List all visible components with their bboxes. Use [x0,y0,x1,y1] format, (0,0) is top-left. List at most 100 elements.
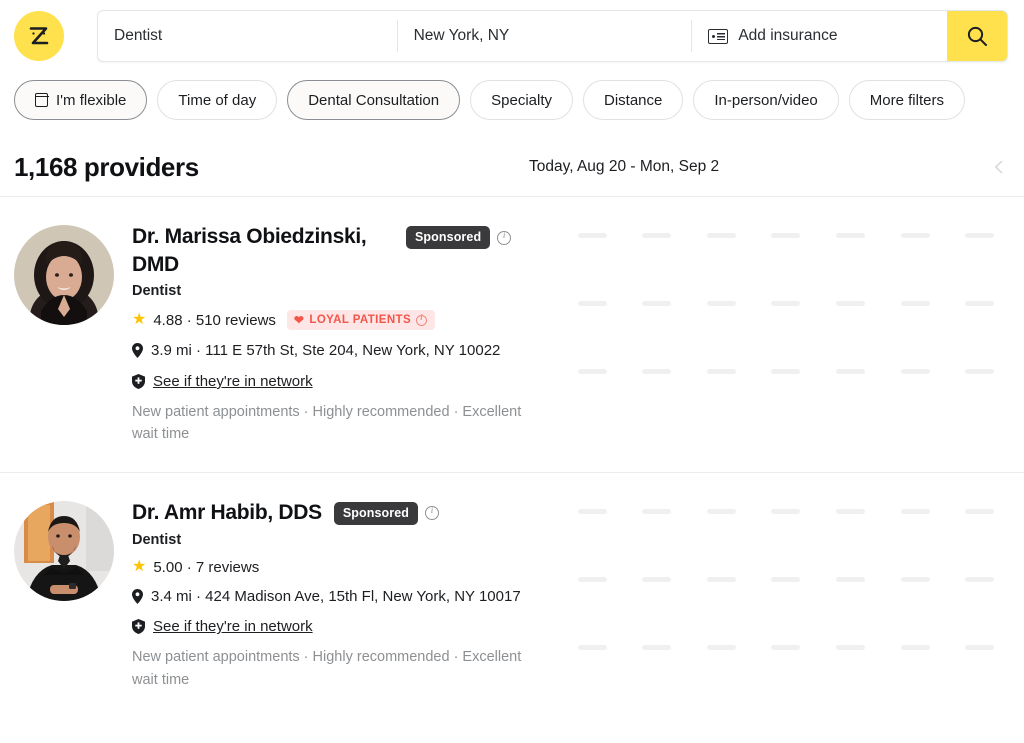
provider-specialty: Dentist [132,531,182,548]
filter-bar: I'm flexible Time of day Dental Consulta… [0,72,1024,138]
filter-chip-in-person-video[interactable]: In-person/video [693,80,839,120]
filter-chip-specialty[interactable]: Specialty [470,80,573,120]
slot-placeholder [706,508,736,514]
filter-chip-im-flexible[interactable]: I'm flexible [14,80,148,120]
shield-plus-icon [132,619,145,635]
slot-placeholder [706,369,736,374]
slot-placeholder [771,233,801,238]
insurance-selector[interactable]: Add insurance [692,11,947,61]
appointment-slots-skeleton [560,233,1012,374]
filter-chip-more-filters[interactable]: More filters [848,80,965,120]
slot-placeholder [577,369,607,374]
slot-placeholder [577,301,607,306]
slot-placeholder [642,233,672,238]
search-button[interactable] [947,11,1007,61]
provider-name-row: Dr. Amr Habib, DDS Sponsored [132,499,532,527]
network-row: See if they're in network [132,618,532,635]
check-network-link[interactable]: See if they're in network [153,373,313,390]
slot-placeholder [642,644,672,650]
provider-address-row: 3.9 mi · 111 E 57th St, Ste 204, New Yor… [132,340,532,363]
slot-placeholder [900,301,930,306]
chevron-left-icon [994,160,1003,174]
provider-rating-text: 4.88 · 510 reviews [153,311,276,329]
star-icon: ★ [132,558,147,576]
provider-name[interactable]: Dr. Amr Habib, DDS [132,499,322,527]
shield-plus-icon [132,373,145,389]
slot-placeholder [771,644,801,650]
network-row: See if they're in network [132,373,532,390]
appointment-slots-skeleton [560,508,1012,650]
slot-placeholder [965,233,995,238]
filter-chip-dental-consultation[interactable]: Dental Consultation [287,80,461,120]
slot-placeholder [836,576,866,582]
provider-rating-text: 5.00 · 7 reviews [153,558,260,576]
results-header: 1,168 providers Today, Aug 20 - Mon, Sep… [0,138,1024,196]
slot-placeholder [577,576,607,582]
provider-info: Dr. Marissa Obiedzinski, DMD Sponsored D… [132,223,532,446]
slot-placeholder [900,369,930,374]
slot-placeholder [642,369,672,374]
check-network-link[interactable]: See if they're in network [153,618,313,635]
provider-address: 3.9 mi · 111 E 57th St, Ste 204, New Yor… [151,342,501,360]
filter-chip-label: In-person/video [714,91,818,109]
slot-placeholder [965,301,995,306]
avatar[interactable] [14,500,114,601]
slot-placeholder [900,508,930,514]
slot-placeholder [965,576,995,582]
provider-specialty: Dentist [132,283,182,300]
slot-placeholder [900,233,930,238]
heart-icon: ❤ [293,313,305,328]
slot-placeholder [965,369,995,374]
filter-chip-time-of-day[interactable]: Time of day [157,80,278,120]
slot-placeholder [771,369,801,374]
provider-rating-row: ★ 4.88 · 510 reviews ❤ LOYAL PATIENTS [132,310,532,331]
slot-placeholder [771,301,801,306]
filter-chip-label: More filters [869,91,944,109]
insurance-label: Add insurance [738,27,838,44]
provider-address: 3.4 mi · 424 Madison Ave, 15th Fl, New Y… [151,587,521,605]
sponsored-info-icon[interactable] [425,505,440,521]
loyal-info-icon[interactable] [416,313,428,326]
search-location-input[interactable] [397,11,692,61]
filter-chip-distance[interactable]: Distance [583,80,684,120]
slot-placeholder [706,644,736,650]
search-specialty-input[interactable] [98,11,397,61]
provider-badges: Sponsored [333,501,440,525]
loyal-patients-badge: ❤ LOYAL PATIENTS [286,310,436,331]
calendar-icon [34,93,49,107]
avatar[interactable] [14,225,114,325]
slot-placeholder [577,233,607,238]
site-header: Add insurance [0,0,1024,72]
provider-rating-row: ★ 5.00 · 7 reviews [132,559,532,576]
zocdoc-logo[interactable] [14,11,64,61]
slot-placeholder [900,576,930,582]
previous-week-button[interactable] [982,150,1016,184]
filter-chip-label: Time of day [178,91,257,109]
provider-photo [14,225,114,325]
slot-placeholder [577,644,607,650]
provider-badges: Sponsored [406,226,512,249]
provider-card[interactable]: Dr. Amr Habib, DDS Sponsored Dentist ★ 5… [0,473,1024,717]
slot-placeholder [965,644,995,650]
provider-attributes: New patient appointments · Highly recomm… [132,403,522,443]
provider-attributes: New patient appointments · Highly recomm… [132,649,522,688]
search-bar: Add insurance [97,10,1008,62]
slot-placeholder [836,369,866,374]
search-icon [967,26,987,46]
slot-placeholder [836,233,866,238]
sponsored-info-icon[interactable] [497,230,512,245]
slot-placeholder [642,301,672,306]
provider-name[interactable]: Dr. Marissa Obiedzinski, DMD [132,223,394,278]
provider-photo [14,500,114,601]
provider-info: Dr. Amr Habib, DDS Sponsored Dentist ★ 5… [132,499,532,691]
sponsored-badge: Sponsored [333,501,419,525]
slot-placeholder [900,644,930,650]
slot-placeholder [706,576,736,582]
provider-card[interactable]: Dr. Marissa Obiedzinski, DMD Sponsored D… [0,197,1024,472]
slot-placeholder [836,644,866,650]
filter-chip-label: Dental Consultation [308,91,440,109]
slot-placeholder [577,508,607,514]
insurance-card-icon [708,28,729,44]
star-icon: ★ [132,311,147,329]
location-pin-icon [132,343,143,359]
